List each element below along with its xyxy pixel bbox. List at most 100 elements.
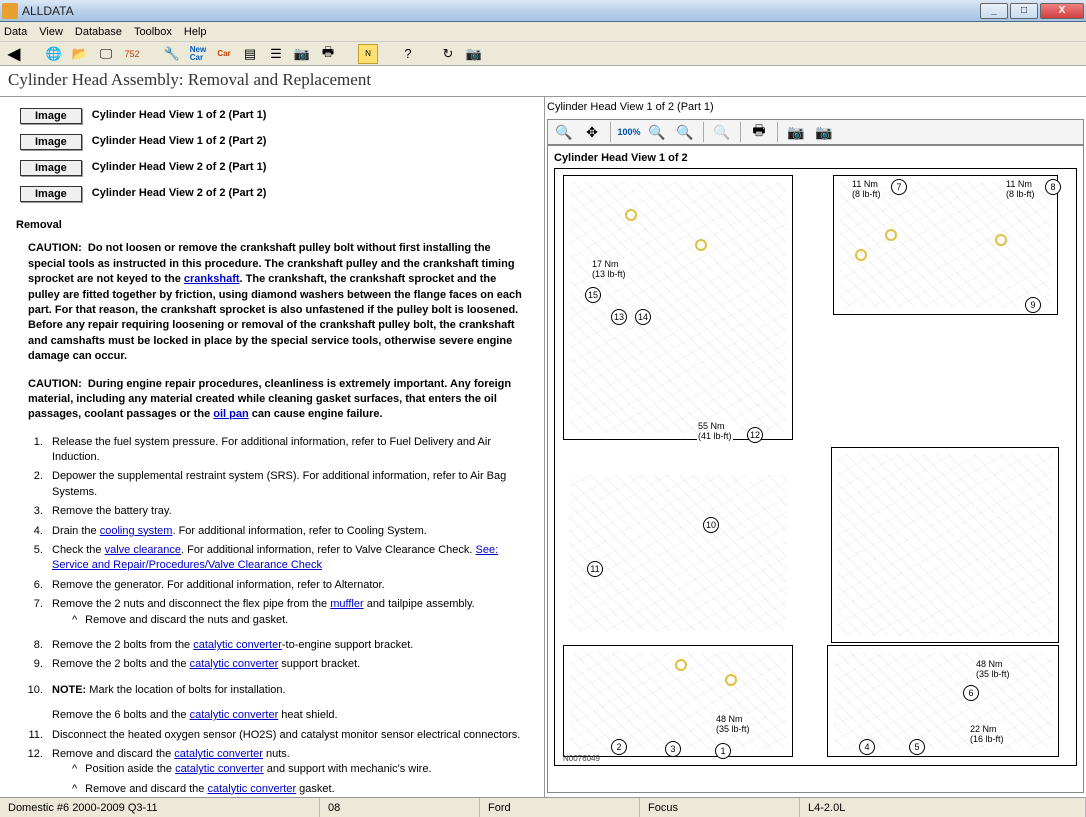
callout: 4 [859, 739, 875, 755]
oilpan-link[interactable]: oil pan [213, 408, 248, 420]
zoom-100-icon[interactable]: 100% [619, 122, 639, 142]
menu-view[interactable]: View [39, 26, 63, 38]
note-icon[interactable]: N [358, 44, 378, 64]
callout: 7 [891, 179, 907, 195]
newcar-icon[interactable]: NewCar [188, 44, 208, 64]
main-content: Image Cylinder Head View 1 of 2 (Part 1)… [0, 97, 1086, 797]
torque-note: 48 Nm (35 lb-ft) [715, 714, 751, 734]
image-link-label[interactable]: Cylinder Head View 1 of 2 (Part 2) [92, 134, 267, 149]
list2-icon[interactable]: ☰ [266, 44, 286, 64]
close-button[interactable]: X [1040, 3, 1084, 19]
procedure-list: Release the fuel system pressure. For ad… [46, 435, 528, 628]
image-link-row: Image Cylinder Head View 1 of 2 (Part 1) [20, 108, 536, 124]
print-icon[interactable]: 🖶 [318, 44, 338, 64]
diagram-title: Cylinder Head View 1 of 2 [554, 152, 1077, 164]
status-bar: Domestic #6 2000-2009 Q3-11 08 Ford Focu… [0, 797, 1086, 817]
highlight-ring [625, 209, 637, 221]
menu-database[interactable]: Database [75, 26, 122, 38]
step-5: Check the valve clearance. For additiona… [46, 543, 528, 574]
app-icon [2, 3, 18, 19]
cooling-system-link[interactable]: cooling system [100, 525, 173, 537]
help-icon[interactable]: ? [398, 44, 418, 64]
open-icon[interactable]: 📂 [70, 44, 90, 64]
caution-1: CAUTION: Do not loosen or remove the cra… [28, 241, 528, 364]
torque-note: 11 Nm (8 lb-ft) [851, 179, 882, 199]
callout: 9 [1025, 297, 1041, 313]
image-viewer[interactable]: Cylinder Head View 1 of 2 17 Nm (13 lb-f… [547, 145, 1084, 793]
screen-icon[interactable]: 🖵 [96, 44, 116, 64]
image-link-row: Image Cylinder Head View 2 of 2 (Part 2) [20, 186, 536, 202]
callout: 15 [585, 287, 601, 303]
list1-icon[interactable]: ▤ [240, 44, 260, 64]
highlight-ring [855, 249, 867, 261]
back-button[interactable]: ◀ [4, 44, 24, 64]
maximize-button[interactable]: □ [1010, 3, 1038, 19]
highlight-ring [885, 229, 897, 241]
page-title: Cylinder Head Assembly: Removal and Repl… [0, 66, 1086, 94]
status-model: Focus [640, 798, 800, 817]
image-link-label[interactable]: Cylinder Head View 1 of 2 (Part 1) [92, 108, 267, 123]
step-12: Remove and discard the catalytic convert… [46, 747, 528, 797]
catalytic-converter-link[interactable]: catalytic converter [175, 763, 264, 775]
wrench-icon[interactable]: 🔧 [162, 44, 182, 64]
muffler-link[interactable]: muffler [330, 598, 363, 610]
image-button[interactable]: Image [20, 134, 82, 150]
callout: 11 [587, 561, 603, 577]
callout: 14 [635, 309, 651, 325]
window-titlebar: ALLDATA _ □ X [0, 0, 1086, 22]
image-link-label[interactable]: Cylinder Head View 2 of 2 (Part 2) [92, 186, 267, 201]
step-9: Remove the 2 bolts and the catalytic con… [46, 657, 528, 672]
camera2-icon[interactable]: 📷 [464, 44, 484, 64]
diagram-ref: N0076049 [563, 754, 600, 763]
zoom-out-icon[interactable]: 🔍 [712, 122, 732, 142]
camera1-icon[interactable]: 📷 [292, 44, 312, 64]
image-link-row: Image Cylinder Head View 1 of 2 (Part 2) [20, 134, 536, 150]
catalytic-converter-link[interactable]: catalytic converter [174, 748, 263, 760]
globe-icon[interactable]: 🌐 [44, 44, 64, 64]
pan-icon[interactable]: ✥ [582, 122, 602, 142]
callout: 1 [715, 743, 731, 759]
step-11: Disconnect the heated oxygen sensor (HO2… [46, 728, 528, 743]
status-disc: Domestic #6 2000-2009 Q3-11 [0, 798, 320, 817]
article-pane[interactable]: Image Cylinder Head View 1 of 2 (Part 1)… [0, 97, 545, 797]
zoom-in-icon[interactable]: 🔍 [554, 122, 574, 142]
menu-help[interactable]: Help [184, 26, 207, 38]
step-1: Release the fuel system pressure. For ad… [46, 435, 528, 466]
image-button[interactable]: Image [20, 186, 82, 202]
main-toolbar: ◀ 🌐 📂 🖵 752 🔧 NewCar Car ▤ ☰ 📷 🖶 N ? ↻ 📷 [0, 42, 1086, 66]
step-4: Drain the cooling system. For additional… [46, 524, 528, 539]
status-year: 08 [320, 798, 480, 817]
callout: 5 [909, 739, 925, 755]
highlight-ring [675, 659, 687, 671]
catalytic-converter-link[interactable]: catalytic converter [207, 783, 296, 795]
catalytic-converter-link[interactable]: catalytic converter [193, 639, 282, 651]
removal-heading: Removal [16, 218, 536, 233]
torque-note: 22 Nm (16 lb-ft) [969, 724, 1005, 744]
car-icon[interactable]: Car [214, 44, 234, 64]
callout: 2 [611, 739, 627, 755]
zoom-region-icon[interactable]: 🔍 [675, 122, 695, 142]
zoom-fit-icon[interactable]: 🔍 [647, 122, 667, 142]
image-viewer-pane: Cylinder Head View 1 of 2 (Part 1) 🔍 ✥ 1… [545, 97, 1086, 797]
menu-data[interactable]: Data [4, 26, 27, 38]
valve-clearance-link[interactable]: valve clearance [105, 544, 181, 556]
caution-label: CAUTION: [28, 378, 82, 390]
status-make: Ford [480, 798, 640, 817]
image-toolbar: 🔍 ✥ 100% 🔍 🔍 🔍 🖶 📷 📷 [547, 119, 1084, 145]
menu-toolbox[interactable]: Toolbox [134, 26, 172, 38]
highlight-ring [695, 239, 707, 251]
next-image-icon[interactable]: 📷 [814, 122, 834, 142]
prev-image-icon[interactable]: 📷 [786, 122, 806, 142]
catalytic-converter-link[interactable]: catalytic converter [190, 709, 279, 721]
print-image-icon[interactable]: 🖶 [749, 122, 769, 142]
crankshaft-link[interactable]: crankshaft [184, 273, 240, 285]
window-title: ALLDATA [22, 4, 980, 18]
catalytic-converter-link[interactable]: catalytic converter [190, 658, 279, 670]
image-button[interactable]: Image [20, 108, 82, 124]
callout: 6 [963, 685, 979, 701]
minimize-button[interactable]: _ [980, 3, 1008, 19]
image-button[interactable]: Image [20, 160, 82, 176]
code-icon[interactable]: 752 [122, 44, 142, 64]
image-link-label[interactable]: Cylinder Head View 2 of 2 (Part 1) [92, 160, 267, 175]
refresh-icon[interactable]: ↻ [438, 44, 458, 64]
